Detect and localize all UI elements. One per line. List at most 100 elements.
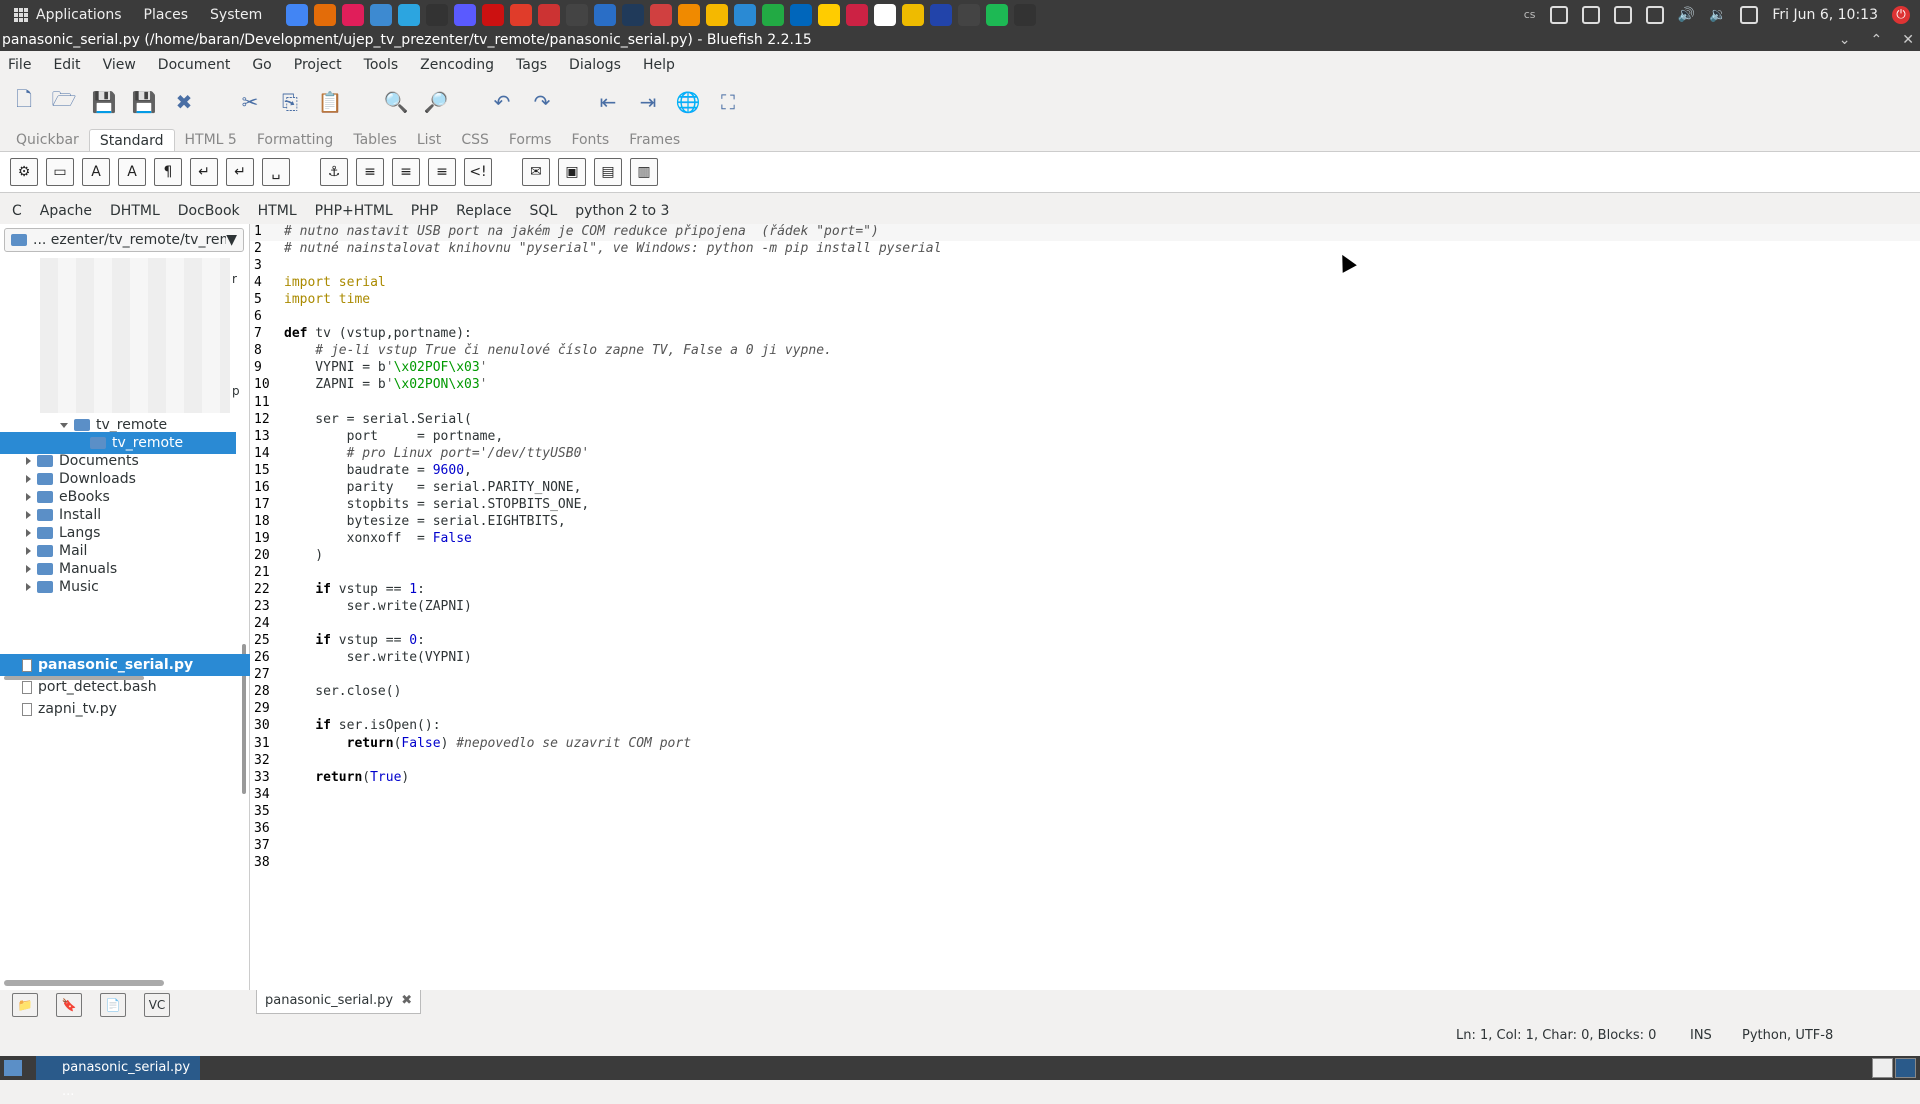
- paragraph-icon[interactable]: ¶: [154, 158, 182, 186]
- app-launcher-icon[interactable]: [426, 3, 449, 26]
- tab-frames[interactable]: Frames: [619, 129, 690, 151]
- paste-icon[interactable]: 📋: [316, 88, 344, 116]
- undo-icon[interactable]: ↶: [488, 88, 516, 116]
- tab-forms[interactable]: Forms: [499, 129, 562, 151]
- email-icon[interactable]: ✉: [522, 158, 550, 186]
- system-menu[interactable]: System: [210, 7, 262, 23]
- app-launcher-icon[interactable]: [706, 3, 729, 26]
- app-launcher-icon[interactable]: [286, 3, 309, 26]
- save-as-icon[interactable]: 💾: [130, 88, 158, 116]
- app-launcher-icon[interactable]: [818, 3, 841, 26]
- app-launcher-icon[interactable]: [398, 3, 421, 26]
- menu-document[interactable]: Document: [158, 57, 231, 73]
- new-file-icon[interactable]: 🗋: [10, 87, 38, 116]
- break-icon[interactable]: ↵: [190, 158, 218, 186]
- close-icon[interactable]: ✖: [170, 88, 198, 116]
- collapse-icon[interactable]: [60, 422, 68, 428]
- document-tab[interactable]: panasonic_serial.py ✖: [256, 990, 422, 1014]
- app-launcher-icon[interactable]: [622, 3, 645, 26]
- app-launcher-icon[interactable]: [1014, 3, 1037, 26]
- custom-menu-item[interactable]: DocBook: [178, 203, 240, 219]
- indent-icon[interactable]: ⇤: [594, 88, 622, 116]
- app-launcher-icon[interactable]: [790, 3, 813, 26]
- drive-icon[interactable]: [1549, 5, 1568, 24]
- workspace-switcher[interactable]: [1872, 1058, 1916, 1078]
- unindent-icon[interactable]: ⇥: [634, 88, 662, 116]
- app-launcher-icon[interactable]: [594, 3, 617, 26]
- expand-icon[interactable]: [26, 457, 31, 465]
- expand-icon[interactable]: [26, 565, 31, 573]
- tab-formatting[interactable]: Formatting: [247, 129, 343, 151]
- menu-tags[interactable]: Tags: [516, 57, 547, 73]
- show-desktop-icon[interactable]: [4, 1060, 22, 1076]
- keyboard-layout-indicator[interactable]: cs: [1524, 8, 1536, 21]
- file-item[interactable]: panasonic_serial.py: [0, 654, 250, 676]
- menu-zencoding[interactable]: Zencoding: [420, 57, 494, 73]
- tab-quickbar[interactable]: Quickbar: [6, 129, 89, 151]
- app-launcher-icon[interactable]: [958, 3, 981, 26]
- charmap-tab-icon[interactable]: VC: [144, 993, 170, 1017]
- hr-icon[interactable]: ≡: [356, 158, 384, 186]
- menu-go[interactable]: Go: [252, 57, 271, 73]
- close-window-icon[interactable]: ✕: [1902, 29, 1914, 51]
- open-icon[interactable]: 🗁: [50, 87, 78, 116]
- preview-icon[interactable]: 🌐: [674, 88, 702, 116]
- filebrowser-tab-icon[interactable]: 📁: [12, 993, 38, 1017]
- italic-icon[interactable]: A: [118, 158, 146, 186]
- app-launcher-icon[interactable]: [678, 3, 701, 26]
- app-launcher-icon[interactable]: [538, 3, 561, 26]
- app-launcher-icon[interactable]: [762, 3, 785, 26]
- menu-file[interactable]: File: [8, 57, 31, 73]
- app-launcher-icon[interactable]: [930, 3, 953, 26]
- app-launcher-icon[interactable]: [370, 3, 393, 26]
- tab-list[interactable]: List: [407, 129, 451, 151]
- app-launcher-icon[interactable]: [566, 3, 589, 26]
- shield-icon[interactable]: [1613, 5, 1632, 24]
- expand-icon[interactable]: [26, 583, 31, 591]
- tab-tables[interactable]: Tables: [343, 129, 407, 151]
- file-item[interactable]: port_detect.bash: [0, 676, 250, 698]
- menu-dialogs[interactable]: Dialogs: [569, 57, 621, 73]
- replace-icon[interactable]: 🔎: [422, 88, 450, 116]
- taskbar-window-button[interactable]: panasonic_serial.py ...: [36, 1056, 200, 1099]
- custom-menu-item[interactable]: PHP: [411, 203, 438, 219]
- window-icon[interactable]: [1645, 5, 1664, 24]
- tab-fonts[interactable]: Fonts: [561, 129, 619, 151]
- image-icon[interactable]: ▣: [558, 158, 586, 186]
- expand-icon[interactable]: [26, 475, 31, 483]
- snippets-tab-icon[interactable]: 📄: [100, 993, 126, 1017]
- app-launcher-icon[interactable]: [902, 3, 925, 26]
- save-icon[interactable]: 💾: [90, 88, 118, 116]
- menu-view[interactable]: View: [103, 57, 136, 73]
- minimize-icon[interactable]: ⌄: [1839, 29, 1851, 51]
- language-encoding[interactable]: Python, UTF-8: [1742, 1028, 1833, 1043]
- insert-mode[interactable]: INS: [1690, 1028, 1712, 1043]
- thumbnail-icon[interactable]: ▤: [594, 158, 622, 186]
- expand-icon[interactable]: [26, 511, 31, 519]
- custom-menu-item[interactable]: C: [12, 203, 22, 219]
- custom-menu-item[interactable]: PHP+HTML: [315, 203, 393, 219]
- app-launcher-icon[interactable]: [342, 3, 365, 26]
- custom-menu-item[interactable]: DHTML: [110, 203, 160, 219]
- custom-menu-item[interactable]: SQL: [530, 203, 558, 219]
- expand-icon[interactable]: [26, 529, 31, 537]
- bold-icon[interactable]: A: [82, 158, 110, 186]
- power-icon[interactable]: ⏻: [1892, 5, 1910, 24]
- applications-menu[interactable]: Applications: [14, 7, 122, 23]
- nbsp-icon[interactable]: ␣: [262, 158, 290, 186]
- custom-menu-item[interactable]: python 2 to 3: [575, 203, 669, 219]
- volume-icon[interactable]: 🔊: [1678, 7, 1695, 23]
- menu-tools[interactable]: Tools: [364, 57, 399, 73]
- places-menu[interactable]: Places: [144, 7, 189, 23]
- maximize-icon[interactable]: ⌃: [1871, 29, 1883, 51]
- custom-menu-item[interactable]: Apache: [40, 203, 92, 219]
- expand-icon[interactable]: [26, 547, 31, 555]
- tab-standard[interactable]: Standard: [88, 129, 175, 151]
- app-launcher-icon[interactable]: [846, 3, 869, 26]
- multi-thumbnail-icon[interactable]: ▥: [630, 158, 658, 186]
- app-launcher-icon[interactable]: [986, 3, 1009, 26]
- right-align-icon[interactable]: ≡: [428, 158, 456, 186]
- body-icon[interactable]: ▭: [46, 158, 74, 186]
- tab-html-5[interactable]: HTML 5: [175, 129, 247, 151]
- code-editor[interactable]: 1 # nutno nastavit USB port na jakém je C…: [250, 224, 1920, 990]
